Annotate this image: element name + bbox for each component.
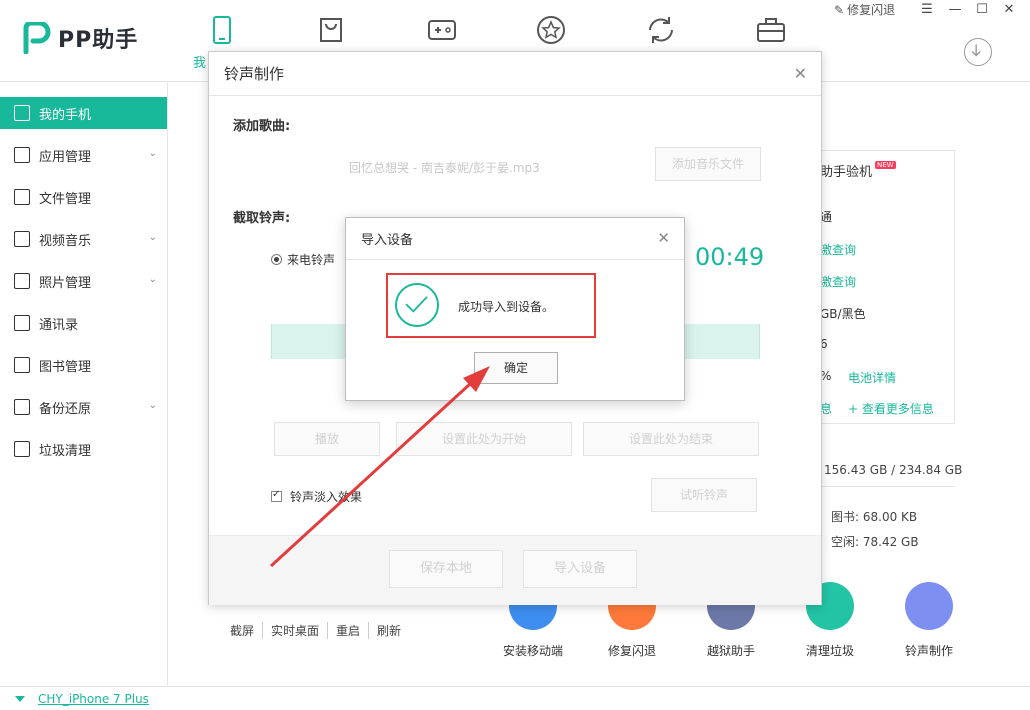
sidebar-item-junk-cleanup[interactable]: 垃圾清理 (0, 433, 167, 465)
battery-details-link[interactable]: 电池详情 (848, 369, 896, 386)
sidebar-item-books[interactable]: 图书管理 (0, 349, 167, 381)
storage-divider (820, 486, 955, 487)
radio-selected-icon (271, 254, 282, 265)
import-success-dialog: 导入设备 ✕ 成功导入到设备。 确定 (345, 217, 685, 401)
app-store-icon[interactable] (315, 14, 347, 46)
device-name-link[interactable]: CHY_iPhone 7 Plus (38, 692, 149, 706)
contacts-icon (14, 315, 30, 331)
song-file-name: 回忆总想哭 - 南吉泰妮/彭于晏.mp3 (349, 161, 540, 175)
sidebar-item-contacts[interactable]: 通讯录 (0, 307, 167, 339)
pp-logo-icon (23, 22, 51, 54)
photo-icon (14, 273, 30, 289)
refresh-button[interactable]: 刷新 (369, 622, 409, 639)
add-music-file-button[interactable]: 添加音乐文件 (655, 147, 761, 181)
phone-icon (14, 105, 30, 121)
sidebar-item-app-management[interactable]: 应用管理 ⌄ (0, 139, 167, 171)
minimize-button[interactable]: — (946, 2, 964, 18)
quick-ringtone-maker[interactable]: 铃声制作 (884, 582, 974, 659)
menu-icon[interactable]: ☰ (918, 2, 936, 18)
fade-in-checkbox[interactable]: 铃声淡入效果 (271, 488, 362, 505)
info-capacity-color: GB/黑色 (820, 307, 866, 321)
download-icon[interactable] (964, 38, 992, 66)
duration-display: 00:49 (695, 243, 765, 271)
activation-query-link[interactable]: 激查询 (820, 241, 856, 258)
my-phone-nav-label[interactable]: 我 (193, 52, 206, 71)
live-desktop-button[interactable]: 实时桌面 (263, 622, 329, 639)
close-window-button[interactable]: ✕ (1000, 2, 1018, 18)
preview-ringtone-button[interactable]: 试听铃声 (651, 478, 757, 512)
view-more-info-link[interactable]: + 查看更多信息 (848, 400, 934, 417)
device-control-row: 截屏 实时桌面 重启 刷新 (230, 622, 409, 639)
add-song-label: 添加歌曲: (233, 119, 291, 134)
wrench-icon: ✎ (834, 2, 845, 17)
set-start-button[interactable]: 设置此处为开始 (396, 422, 572, 456)
close-icon[interactable]: ✕ (794, 64, 807, 83)
apps-icon (14, 147, 30, 163)
toolbox-icon[interactable] (755, 14, 787, 46)
new-badge: NEW (875, 161, 896, 169)
repair-crash-link[interactable]: ✎ 修复闪退 (834, 1, 895, 18)
my-phone-nav-icon[interactable] (206, 14, 238, 46)
restart-button[interactable]: 重启 (328, 622, 370, 639)
play-icon (14, 231, 30, 247)
warranty-query-link[interactable]: 激查询 (820, 273, 856, 290)
sidebar: 我的手机 应用管理 ⌄ 文件管理 视频音乐 ⌄ 照片管理 ⌄ 通讯录 图书管理 … (0, 83, 168, 685)
sidebar-item-video-music[interactable]: 视频音乐 ⌄ (0, 223, 167, 255)
storage-books: 图书: 68.00 KB (831, 510, 918, 524)
sidebar-item-backup-restore[interactable]: 备份还原 ⌄ (0, 391, 167, 423)
chevron-down-icon[interactable]: ⌄ (149, 400, 157, 411)
folder-icon (14, 189, 30, 205)
screenshot-button[interactable]: 截屏 (230, 622, 264, 639)
bell-icon (905, 582, 953, 630)
status-bar: CHY_iPhone 7 Plus (0, 686, 1030, 710)
sidebar-item-photo-management[interactable]: 照片管理 ⌄ (0, 265, 167, 297)
incoming-call-radio[interactable]: 来电铃声 (271, 251, 335, 268)
play-button[interactable]: 播放 (274, 422, 380, 456)
save-local-button[interactable]: 保存本地 (389, 550, 503, 588)
checkbox-checked-icon (271, 489, 282, 502)
set-end-button[interactable]: 设置此处为结束 (583, 422, 759, 456)
app-logo: PP助手 (22, 22, 138, 54)
cut-ringtone-label: 截取铃声: (233, 211, 291, 226)
import-dialog-header: 导入设备 ✕ (346, 218, 684, 260)
game-icon[interactable] (426, 14, 458, 46)
close-icon[interactable]: ✕ (657, 229, 670, 247)
device-check-title[interactable]: 助手验机 NEW (820, 161, 896, 180)
backup-icon (14, 399, 30, 415)
brand-name: PP助手 (58, 28, 139, 53)
trash-icon (14, 441, 30, 457)
chevron-down-icon[interactable]: ⌄ (149, 274, 157, 285)
book-icon (14, 357, 30, 373)
device-dropdown-icon[interactable] (15, 696, 25, 702)
maximize-button[interactable]: ☐ (973, 2, 991, 18)
ok-button[interactable]: 确定 (474, 352, 558, 384)
success-message: 成功导入到设备。 (458, 300, 555, 314)
chevron-down-icon[interactable]: ⌄ (149, 148, 157, 159)
sidebar-item-file-management[interactable]: 文件管理 (0, 181, 167, 213)
star-icon[interactable] (535, 14, 567, 46)
import-device-button[interactable]: 导入设备 (523, 550, 637, 588)
storage-total: 156.43 GB / 234.84 GB (824, 463, 963, 477)
sidebar-item-my-phone[interactable]: 我的手机 (0, 97, 167, 129)
ringtone-dialog-title: 铃声制作 (224, 65, 285, 83)
chevron-down-icon[interactable]: ⌄ (149, 232, 157, 243)
import-dialog-title: 导入设备 (361, 233, 414, 248)
ringtone-dialog-header: 铃声制作 ✕ (209, 52, 821, 96)
success-check-icon (395, 283, 439, 327)
sync-icon[interactable] (645, 14, 677, 46)
storage-free: 空闲: 78.42 GB (831, 535, 919, 549)
ringtone-dialog-footer: 保存本地 导入设备 (209, 535, 821, 605)
